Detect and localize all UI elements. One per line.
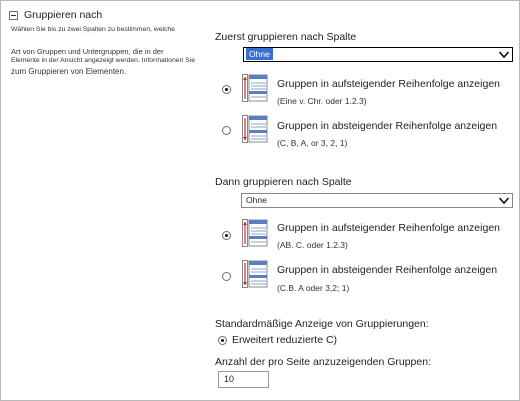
dropdown-arrow-icon[interactable]	[498, 195, 510, 206]
second-asc-title: Gruppen in aufsteigender Reihenfolge anz…	[277, 222, 500, 234]
first-desc-title: Gruppen in absteigender Reihenfolge anze…	[277, 120, 498, 132]
second-desc-title: Gruppen in absteigender Reihenfolge anze…	[277, 264, 498, 276]
default-display-label: Standardmäßige Anzeige von Gruppierungen…	[215, 318, 429, 330]
sort-descending-icon	[242, 260, 268, 288]
dropdown-arrow-icon[interactable]	[498, 49, 510, 60]
first-group-select-value: Ohne	[246, 48, 273, 60]
second-asc-subtitle: (AB. C. oder 1.2.3)	[277, 240, 348, 250]
collapse-icon[interactable]	[9, 10, 18, 20]
first-asc-title: Gruppen in aufsteigender Reihenfolge anz…	[277, 78, 500, 90]
first-desc-subtitle: (C, B, A, or 3, 2, 1)	[277, 138, 348, 148]
groups-per-page-label: Anzahl der pro Seite anzuzeigenden Grupp…	[215, 356, 431, 368]
second-desc-radio[interactable]	[222, 272, 231, 281]
description-line-1: Wählen Sie bis zu zwei Spalten zu bestim…	[11, 26, 175, 33]
first-desc-radio[interactable]	[222, 126, 231, 135]
first-group-label: Zuerst gruppieren nach Spalte	[215, 31, 357, 43]
first-group-select[interactable]: Ohne	[243, 47, 513, 62]
first-asc-subtitle: (Eine v. Chr. oder 1.2.3)	[277, 96, 367, 106]
sort-ascending-icon	[242, 74, 268, 102]
groups-per-page-input[interactable]: 10	[218, 371, 269, 388]
description-line-4: zum Gruppieren von Elementen.	[11, 67, 127, 76]
first-asc-radio[interactable]	[222, 85, 231, 94]
second-asc-radio[interactable]	[222, 231, 231, 240]
sort-descending-icon	[242, 115, 268, 143]
second-desc-subtitle: (C.B. A oder 3,2; 1)	[277, 283, 350, 293]
section-title: Gruppieren nach	[24, 9, 103, 21]
section-header: Gruppieren nach	[9, 9, 102, 21]
second-group-label: Dann gruppieren nach Spalte	[215, 176, 352, 188]
expanded-collapsed-label: Erweitert reduzierte C)	[232, 334, 338, 346]
description-line-2: Art von Gruppen und Untergruppen, die in…	[11, 47, 164, 56]
sort-ascending-icon	[242, 219, 268, 247]
second-group-select[interactable]: Ohne	[241, 193, 513, 208]
second-group-select-value: Ohne	[246, 195, 267, 205]
expanded-collapsed-radio[interactable]	[218, 336, 227, 345]
description-line-3: Elemente in der Ansicht angezeigt werden…	[11, 57, 196, 64]
